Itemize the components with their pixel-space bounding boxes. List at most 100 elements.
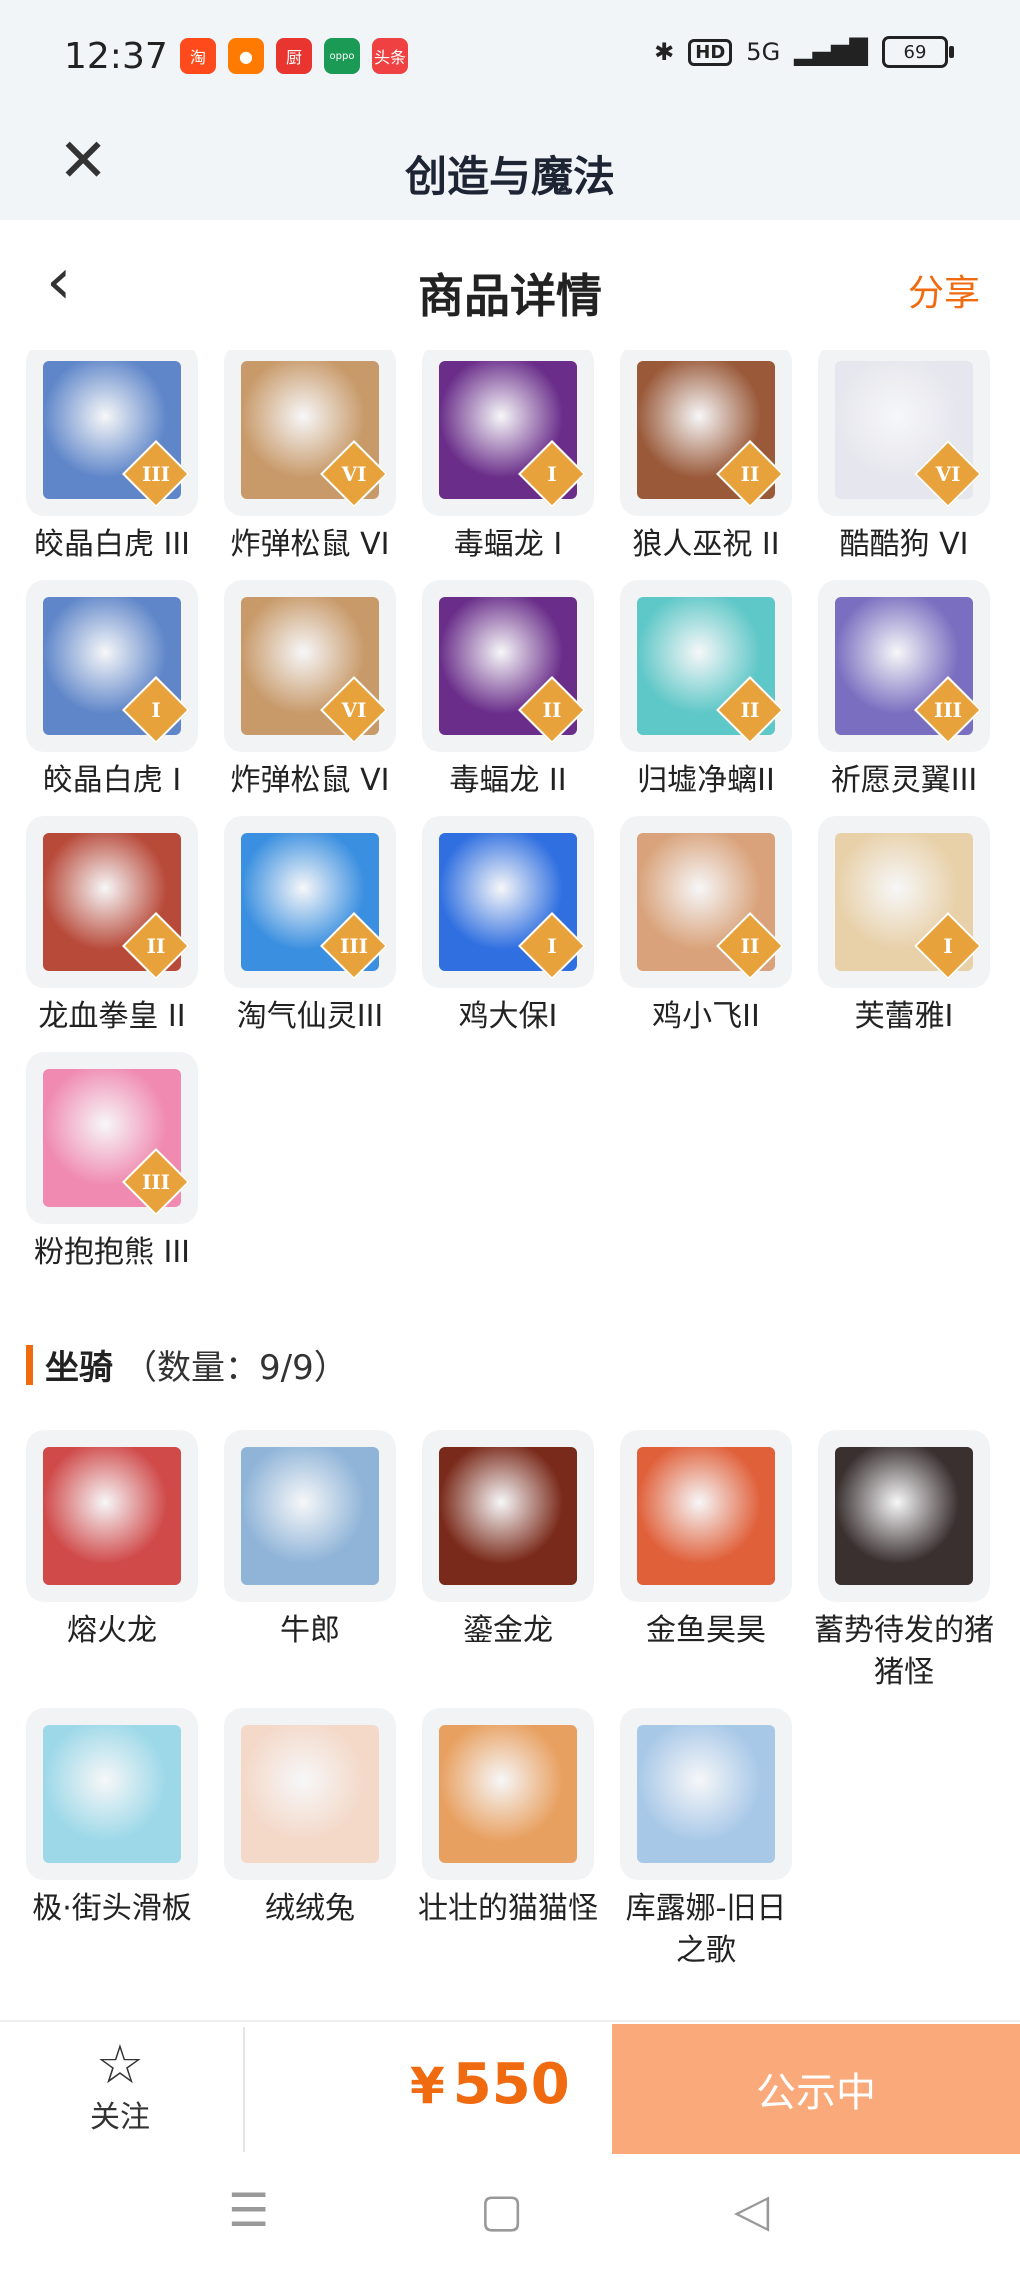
mount-item[interactable]: 绒绒兔 xyxy=(222,1708,398,1972)
item-name: 壮壮的猫猫怪 xyxy=(418,1891,598,1926)
item-thumbnail: III xyxy=(224,816,396,988)
status-time: 12:37 xyxy=(64,36,168,77)
item-image xyxy=(439,1447,577,1585)
mount-item[interactable]: 库露娜-旧日之歌 xyxy=(618,1708,794,1972)
home-icon[interactable]: ▢ xyxy=(480,2183,523,2237)
rank-label: VI xyxy=(341,698,367,722)
item-name: 龙血拳皇 II xyxy=(38,999,186,1034)
pet-item[interactable]: II 鸡小飞II xyxy=(618,816,794,1038)
item-thumbnail: I xyxy=(26,580,198,752)
bottom-action-bar: ☆ 关注 ¥550 公示中 xyxy=(0,2020,1020,2157)
mount-item[interactable]: 牛郎 xyxy=(222,1430,398,1694)
item-thumbnail: VI xyxy=(224,580,396,752)
pet-item[interactable]: VI 炸弹松鼠 VI xyxy=(222,350,398,566)
mounts-section-header: 坐骑 （数量：9/9） xyxy=(26,1340,348,1389)
item-name: 毒蝠龙 II xyxy=(449,763,567,798)
rank-label: III xyxy=(141,1170,171,1194)
menu-icon[interactable]: ☰ xyxy=(228,2183,269,2237)
favorite-button[interactable]: ☆ 关注 xyxy=(60,2038,180,2136)
oppo-app-icon: oppo xyxy=(324,38,360,74)
mount-item[interactable]: 极·街头滑板 xyxy=(24,1708,200,1972)
weibo-app-icon: ● xyxy=(228,38,264,74)
item-name: 极·街头滑板 xyxy=(32,1891,192,1926)
divider xyxy=(243,2027,245,2152)
item-thumbnail: VI xyxy=(818,350,990,516)
battery-level: 69 xyxy=(903,41,927,63)
notification-icons: 淘 ● 厨 oppo 头条 xyxy=(180,38,408,74)
item-thumbnail: III xyxy=(26,350,198,516)
rank-label: I xyxy=(943,934,953,958)
pet-item[interactable]: I 皎晶白虎 I xyxy=(24,580,200,802)
item-thumbnail xyxy=(26,1708,198,1880)
pet-item[interactable]: III 粉抱抱熊 III xyxy=(24,1052,200,1274)
item-list[interactable]: III 皎晶白虎 III VI 炸弹松鼠 VI I 毒蝠龙 I II 狼人巫祝 II VI 酷酷狗… xyxy=(0,350,1020,2020)
item-image xyxy=(637,1725,775,1863)
item-name: 鸡大保I xyxy=(458,999,558,1034)
pet-item[interactable]: VI 酷酷狗 VI xyxy=(816,350,992,566)
section-title: 坐骑 xyxy=(45,1348,113,1388)
item-name: 酷酷狗 VI xyxy=(839,527,969,562)
pet-item[interactable]: II 狼人巫祝 II xyxy=(618,350,794,566)
signal-icon: ▂▄▆█ xyxy=(794,38,868,66)
item-name: 炸弹松鼠 VI xyxy=(230,763,390,798)
app-title: 创造与魔法 xyxy=(404,152,615,201)
item-name: 粉抱抱熊 III xyxy=(33,1235,191,1270)
back-nav-icon[interactable]: ◁ xyxy=(734,2183,769,2237)
item-thumbnail: II xyxy=(26,816,198,988)
currency-symbol: ¥ xyxy=(410,2057,445,2115)
toutiao-app-icon: 头条 xyxy=(372,38,408,74)
item-thumbnail xyxy=(422,1708,594,1880)
pet-item[interactable]: II 龙血拳皇 II xyxy=(24,816,200,1038)
item-thumbnail: I xyxy=(422,816,594,988)
section-count: （数量：9/9） xyxy=(123,1348,348,1388)
item-name: 绒绒兔 xyxy=(265,1891,355,1926)
item-thumbnail: I xyxy=(422,350,594,516)
pet-item[interactable]: I 鸡大保I xyxy=(420,816,596,1038)
section-accent-bar xyxy=(26,1344,33,1385)
item-thumbnail xyxy=(620,1430,792,1602)
mount-item[interactable]: 蓄势待发的猪猪怪 xyxy=(814,1430,994,1694)
item-name: 狼人巫祝 II xyxy=(632,527,780,562)
item-thumbnail: II xyxy=(422,580,594,752)
item-name: 祈愿灵翼III xyxy=(830,763,978,798)
item-thumbnail: III xyxy=(26,1052,198,1224)
share-button[interactable]: 分享 xyxy=(908,264,980,316)
app-header: ✕ 创造与魔法 xyxy=(0,115,1020,220)
item-thumbnail xyxy=(224,1708,396,1880)
rank-label: VI xyxy=(341,462,367,486)
status-button[interactable]: 公示中 xyxy=(612,2024,1020,2154)
rank-label: II xyxy=(542,698,562,722)
kitchen-app-icon: 厨 xyxy=(276,38,312,74)
item-thumbnail xyxy=(620,1708,792,1880)
taobao-app-icon: 淘 xyxy=(180,38,216,74)
item-name: 皎晶白虎 I xyxy=(42,763,182,798)
item-name: 牛郎 xyxy=(280,1613,340,1648)
pet-item[interactable]: II 毒蝠龙 II xyxy=(420,580,596,802)
pet-item[interactable]: I 毒蝠龙 I xyxy=(420,350,596,566)
item-name: 库露娜-旧日之歌 xyxy=(625,1891,787,1968)
mount-item[interactable]: 金鱼昊昊 xyxy=(618,1430,794,1694)
status-bar: 12:37 淘 ● 厨 oppo 头条 ✱ HD 5G ▂▄▆█ 69 xyxy=(0,0,1020,115)
item-name: 金鱼昊昊 xyxy=(646,1613,766,1648)
mounts-grid: 熔火龙 牛郎 鎏金龙 金鱼昊昊 蓄势待发的猪猪怪极·街头滑板 绒绒兔 壮壮的猫猫怪 库露娜-旧… xyxy=(24,1430,994,1972)
item-image xyxy=(439,1725,577,1863)
pet-item[interactable]: III 祈愿灵翼III xyxy=(816,580,992,802)
item-thumbnail xyxy=(818,1430,990,1602)
item-name: 鸡小飞II xyxy=(652,999,760,1034)
rank-label: II xyxy=(740,934,760,958)
pet-item[interactable]: I 芙蕾雅I xyxy=(816,816,992,1038)
pet-item[interactable]: III 皎晶白虎 III xyxy=(24,350,200,566)
mount-item[interactable]: 鎏金龙 xyxy=(420,1430,596,1694)
mount-item[interactable]: 壮壮的猫猫怪 xyxy=(418,1708,598,1972)
pet-item[interactable]: III 淘气仙灵III xyxy=(222,816,398,1038)
rank-label: II xyxy=(740,698,760,722)
system-indicators: ✱ HD 5G ▂▄▆█ 69 xyxy=(654,36,954,68)
item-image xyxy=(241,1447,379,1585)
item-name: 皎晶白虎 III xyxy=(33,527,191,562)
pet-item[interactable]: II 归墟净螭II xyxy=(618,580,794,802)
network-label: 5G xyxy=(746,38,781,66)
rank-label: I xyxy=(151,698,161,722)
mount-item[interactable]: 熔火龙 xyxy=(24,1430,200,1694)
pet-item[interactable]: VI 炸弹松鼠 VI xyxy=(222,580,398,802)
item-thumbnail xyxy=(26,1430,198,1602)
